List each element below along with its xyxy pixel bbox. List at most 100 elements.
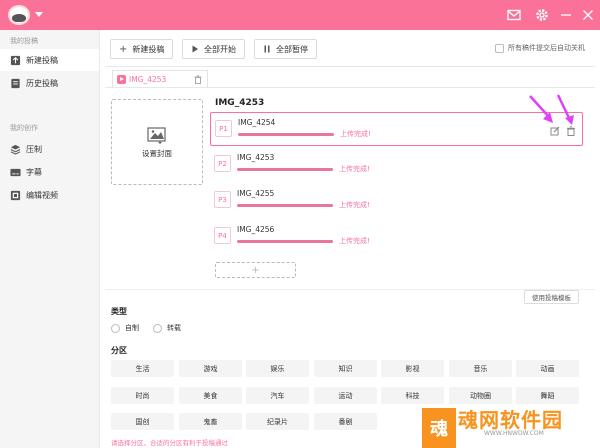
mail-icon[interactable]: [506, 7, 522, 23]
part-name: IMG_4256: [237, 225, 275, 234]
sidebar: 我的投稿 新建投稿 历史投稿 我的创作 压制 字幕 编辑视频: [0, 30, 100, 448]
use-template-button[interactable]: 使用投稿模板: [524, 290, 579, 304]
play-icon: [192, 45, 198, 53]
part-status: 上传完成!: [339, 201, 370, 209]
trash-icon[interactable]: [566, 126, 576, 136]
part-status: 上传完成!: [340, 130, 371, 138]
layers-icon: [10, 144, 21, 155]
add-part-button[interactable]: +: [215, 262, 296, 278]
set-cover-label: 设置封面: [142, 148, 172, 158]
part-name: IMG_4254: [238, 118, 276, 127]
watermark-title: 魂网软件园: [458, 408, 563, 432]
part-index: P3: [214, 191, 231, 208]
zone-option[interactable]: 汽车: [246, 387, 309, 404]
zone-option[interactable]: 音乐: [449, 360, 512, 377]
video-file-icon: [117, 74, 126, 84]
divider: [105, 87, 595, 88]
start-all-button[interactable]: 全部开始: [182, 39, 245, 59]
zone-option[interactable]: 科技: [381, 387, 444, 404]
part-name: IMG_4255: [237, 189, 275, 198]
zone-option[interactable]: 舞蹈: [516, 387, 579, 404]
button-label: 新建投稿: [132, 44, 165, 54]
zone-option[interactable]: 鬼畜: [179, 413, 242, 430]
divider: [105, 289, 595, 290]
close-icon[interactable]: [580, 7, 596, 23]
pause-all-button[interactable]: 全部暂停: [254, 39, 317, 59]
set-cover-button[interactable]: 设置封面: [111, 99, 203, 185]
progress-bar: [237, 168, 333, 171]
checkbox-label: 所有稿件提交后自动关机: [508, 44, 585, 52]
sidebar-item-subtitle[interactable]: 字幕: [0, 161, 99, 183]
zone-option[interactable]: 运动: [314, 387, 377, 404]
part-index: P2: [214, 155, 231, 172]
chevron-down-icon[interactable]: [35, 12, 43, 17]
zone-option[interactable]: 国创: [111, 413, 174, 430]
zone-option[interactable]: 影视: [381, 360, 444, 377]
title-bar: [0, 0, 600, 30]
sidebar-item-compress[interactable]: 压制: [0, 138, 99, 160]
minimize-icon[interactable]: [558, 7, 574, 23]
zone-option[interactable]: 动画: [516, 360, 579, 377]
button-label: 全部暂停: [276, 44, 308, 54]
auto-shutdown-checkbox[interactable]: 所有稿件提交后自动关机: [495, 43, 585, 53]
history-icon: [11, 78, 20, 88]
part-index: P1: [215, 120, 232, 137]
avatar[interactable]: [8, 5, 30, 25]
zone-hint: 请选择分区，合适的分区有利于投稿通过: [111, 439, 228, 447]
image-icon: [147, 126, 166, 144]
sidebar-item-label: 压制: [26, 144, 42, 154]
part-status: 上传完成!: [339, 165, 370, 173]
main-panel: + 新建投稿 全部开始 全部暂停 所有稿件提交后自动关机 IMG_4253 设置…: [100, 30, 600, 448]
part-item[interactable]: P2 IMG_4253 上传完成!: [210, 148, 583, 182]
sidebar-item-new-upload[interactable]: 新建投稿: [0, 49, 99, 71]
zone-option[interactable]: 时尚: [111, 387, 174, 404]
upload-icon: [10, 55, 21, 65]
part-name: IMG_4253: [237, 153, 275, 162]
type-radio-repost[interactable]: 转载: [153, 323, 181, 333]
progress-bar: [237, 240, 333, 243]
new-upload-button[interactable]: + 新建投稿: [110, 39, 174, 59]
part-status: 上传完成!: [339, 237, 370, 245]
video-title: IMG_4253: [215, 98, 265, 108]
sidebar-item-edit-video[interactable]: 编辑视频: [0, 184, 99, 206]
part-item[interactable]: P4 IMG_4256 上传完成!: [210, 220, 583, 254]
divider: [105, 66, 595, 67]
file-tab[interactable]: IMG_4253: [112, 70, 208, 87]
zone-option[interactable]: 动物圈: [449, 387, 512, 404]
zone-section-title: 分区: [111, 346, 127, 355]
subtitle-icon: [10, 168, 21, 176]
zone-option[interactable]: 纪录片: [246, 413, 309, 430]
part-item[interactable]: P3 IMG_4255 上传完成!: [210, 184, 583, 218]
zone-option[interactable]: 娱乐: [246, 360, 309, 377]
zone-option[interactable]: 生活: [111, 360, 174, 377]
progress-bar: [238, 133, 334, 136]
zone-option[interactable]: 知识: [314, 360, 377, 377]
zone-option[interactable]: 番剧: [314, 413, 377, 430]
part-item[interactable]: P1 IMG_4254 上传完成!: [210, 112, 583, 146]
sidebar-group-title: 我的投稿: [10, 37, 38, 45]
type-radio-original[interactable]: 自制: [111, 323, 139, 333]
radio-label: 转载: [167, 324, 181, 332]
zone-option[interactable]: 游戏: [179, 360, 242, 377]
video-edit-icon: [10, 190, 21, 200]
radio-circle[interactable]: [111, 323, 120, 333]
sidebar-item-label: 编辑视频: [26, 190, 58, 200]
part-index: P4: [214, 227, 231, 244]
trash-icon[interactable]: [194, 74, 202, 84]
edit-icon[interactable]: [550, 126, 560, 136]
checkbox-box[interactable]: [495, 43, 504, 53]
radio-label: 自制: [125, 324, 139, 332]
zone-option[interactable]: 美食: [179, 387, 242, 404]
radio-circle[interactable]: [153, 323, 162, 333]
sidebar-item-label: 新建投稿: [26, 55, 58, 65]
button-label: 全部开始: [204, 44, 236, 54]
pause-icon: [264, 45, 270, 53]
watermark-url: WWW.HNWDW.COM: [484, 430, 544, 437]
sidebar-item-label: 字幕: [26, 167, 42, 177]
type-section-title: 类型: [111, 307, 127, 316]
sidebar-item-history[interactable]: 历史投稿: [0, 72, 99, 94]
plus-icon: +: [119, 43, 128, 55]
sidebar-group-title: 我的创作: [10, 124, 38, 132]
watermark-logo: 魂: [422, 408, 456, 448]
gear-icon[interactable]: [534, 7, 550, 23]
